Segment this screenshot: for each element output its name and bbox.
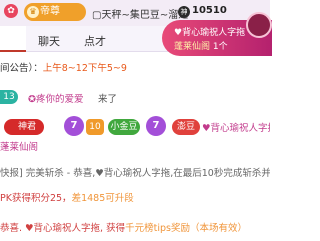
announcement-label: 间公告）： (0, 63, 43, 74)
level-circle-a: 7 (64, 116, 84, 136)
gift-message-line: 神君 7 10 小金豆 7 澎豆 ♥背心瑜祝人字拖. 送 (0, 116, 270, 138)
crown-icon: ♛ (27, 6, 39, 18)
announcement-line: 间公告）：上午8~12下午5~9 (0, 60, 270, 74)
pk-score: PK获得积分25， (0, 193, 72, 204)
tab-more[interactable]: 点才 (84, 33, 106, 49)
gift-banner-gift: 蓬莱仙阁 1个 (174, 42, 228, 52)
room-title: ▢天秤~集巴豆~溜达 (92, 10, 189, 21)
level-badge: 13 (0, 90, 18, 104)
rank-badge: 神君 (4, 119, 44, 135)
welcome-text: 来了 (98, 94, 118, 104)
welcome-username[interactable]: ✪疼你的爱爱 (28, 91, 83, 104)
system-message: 快报] 完美斩杀 - 恭喜,♥背心瑜祝人字拖,在最后10秒完成斩杀并获 (0, 168, 270, 179)
level-circle-b: 7 (146, 116, 166, 136)
announcement-value: 上午8~12下午5~9 (42, 63, 127, 74)
reward-text: 千元榜tips奖励（本场有效） (125, 223, 247, 234)
welcome-line: 13 ✪疼你的爱爱 来了 (0, 90, 270, 104)
pk-message: PK获得积分25，差1485可升段 (0, 190, 270, 204)
gift-banner-user: ♥背心瑜祝人字拖 (174, 28, 246, 38)
fan-badge-2: 澎豆 (172, 119, 200, 135)
coin-value: 10510 (192, 5, 227, 16)
gift-banner[interactable]: ♥背心瑜祝人字拖 蓬莱仙阁 1个 (162, 12, 272, 56)
gift-message-text[interactable]: ♥背心瑜祝人字拖. 送 (202, 120, 270, 134)
tab-indicator[interactable] (0, 26, 26, 52)
reward-message: 恭喜. ♥背心瑜祝人字拖, 获得千元榜tips奖励（本场有效） (0, 220, 270, 234)
coin-icon: 神 (178, 6, 190, 18)
pk-remaining: 差1485可升段 (71, 193, 134, 204)
fan-badge: 小金豆 (108, 119, 140, 135)
gift-message-cont: 蓬莱仙阁 (0, 142, 39, 153)
level-tag: 10 (86, 119, 104, 135)
vip-badge: ♛ 帝尊 (24, 3, 86, 21)
room-emblem-icon: ✿ (4, 4, 18, 18)
reward-user: 恭喜. ♥背心瑜祝人字拖, 获得 (0, 223, 126, 234)
gift-icon (246, 12, 272, 38)
tab-chat[interactable]: 聊天 (38, 33, 60, 49)
vip-badge-label: 帝尊 (40, 6, 60, 17)
